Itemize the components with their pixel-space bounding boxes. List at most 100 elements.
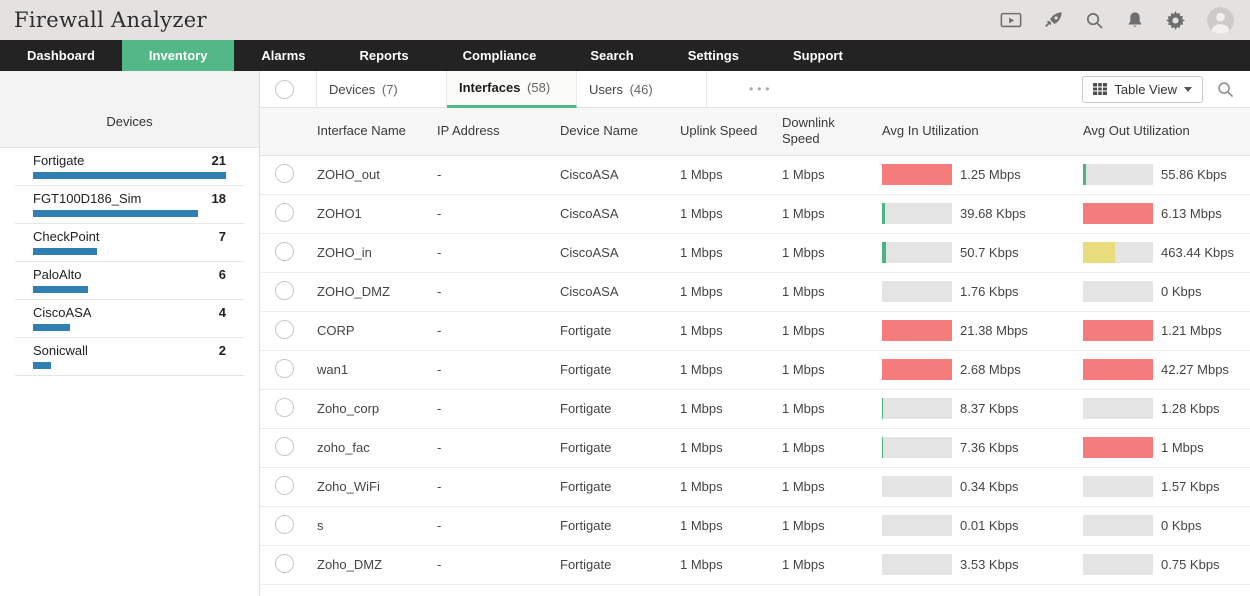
- avg-out-value: 463.44 Kbps: [1161, 245, 1234, 260]
- device-name-label: FGT100D186_Sim: [33, 191, 141, 207]
- device-line: PaloAlto 6: [33, 267, 226, 283]
- device-list-item[interactable]: PaloAlto 6: [15, 262, 244, 300]
- user-avatar[interactable]: [1207, 7, 1234, 34]
- interface-name-cell: wan1: [317, 350, 437, 389]
- row-select-radio[interactable]: [275, 515, 294, 534]
- ip-address-cell: -: [437, 467, 560, 506]
- main-panel: Devices (7) Interfaces (58) Users (46) •…: [260, 71, 1250, 596]
- avg-out-utilization-cell: 55.86 Kbps: [1083, 155, 1250, 194]
- row-radio-cell: [260, 389, 317, 428]
- table-row[interactable]: ZOHO_out - CiscoASA 1 Mbps 1 Mbps 1.25 M…: [260, 155, 1250, 194]
- row-select-radio[interactable]: [275, 437, 294, 456]
- col-avg-in-utilization[interactable]: Avg In Utilization: [882, 108, 1083, 155]
- table-row[interactable]: wan1 - Fortigate 1 Mbps 1 Mbps 2.68 Mbps…: [260, 350, 1250, 389]
- table-row[interactable]: Zoho_WiFi - Fortigate 1 Mbps 1 Mbps 0.34…: [260, 467, 1250, 506]
- row-select-radio[interactable]: [275, 320, 294, 339]
- interface-name-cell: ZOHO_DMZ: [317, 272, 437, 311]
- uplink-speed-cell: 1 Mbps: [680, 506, 782, 545]
- row-select-radio[interactable]: [275, 398, 294, 417]
- device-count: 4: [219, 305, 226, 321]
- table-search-icon[interactable]: [1217, 81, 1234, 98]
- tab-count: (46): [630, 82, 653, 97]
- inventory-tab[interactable]: Devices (7): [317, 71, 447, 108]
- avg-out-bar-track: [1083, 398, 1153, 419]
- interfaces-table: Interface Name IP Address Device Name Up…: [260, 108, 1250, 585]
- table-row[interactable]: Zoho_corp - Fortigate 1 Mbps 1 Mbps 8.37…: [260, 389, 1250, 428]
- row-select-radio[interactable]: [275, 164, 294, 183]
- main-nav: DashboardInventoryAlarmsReportsComplianc…: [0, 40, 1250, 71]
- select-all-radio[interactable]: [275, 80, 294, 99]
- demo-screen-play-icon[interactable]: [1000, 11, 1022, 30]
- col-uplink-speed[interactable]: Uplink Speed: [680, 108, 782, 155]
- device-list-item[interactable]: Fortigate 21: [15, 148, 244, 186]
- avg-out-bar-track: [1083, 437, 1153, 458]
- row-radio-cell: [260, 233, 317, 272]
- avg-in-bar-fill: [882, 164, 952, 185]
- downlink-speed-cell: 1 Mbps: [782, 428, 882, 467]
- avg-in-value: 0.34 Kbps: [960, 479, 1019, 494]
- row-radio-cell: [260, 467, 317, 506]
- col-avg-out-utilization[interactable]: Avg Out Utilization: [1083, 108, 1250, 155]
- sidebar-header: Devices: [0, 71, 259, 148]
- table-row[interactable]: CORP - Fortigate 1 Mbps 1 Mbps 21.38 Mbp…: [260, 311, 1250, 350]
- avg-in-bar-track: [882, 242, 952, 263]
- row-select-radio[interactable]: [275, 281, 294, 300]
- settings-gear-icon[interactable]: [1166, 11, 1185, 30]
- interface-name-cell: CORP: [317, 311, 437, 350]
- col-ip-address[interactable]: IP Address: [437, 108, 560, 155]
- device-list-item[interactable]: CiscoASA 4: [15, 300, 244, 338]
- table-row[interactable]: Zoho_DMZ - Fortigate 1 Mbps 1 Mbps 3.53 …: [260, 545, 1250, 584]
- table-row[interactable]: ZOHO_DMZ - CiscoASA 1 Mbps 1 Mbps 1.76 K…: [260, 272, 1250, 311]
- nav-item[interactable]: Settings: [661, 40, 766, 71]
- col-downlink-speed[interactable]: Downlink Speed: [782, 108, 882, 155]
- inventory-tab[interactable]: Interfaces (58): [447, 71, 577, 108]
- ip-address-cell: -: [437, 155, 560, 194]
- device-list-item[interactable]: FGT100D186_Sim 18: [15, 186, 244, 224]
- row-select-radio[interactable]: [275, 554, 294, 573]
- row-select-radio[interactable]: [275, 203, 294, 222]
- row-select-radio[interactable]: [275, 476, 294, 495]
- row-radio-cell: [260, 272, 317, 311]
- getting-started-rocket-icon[interactable]: [1044, 11, 1063, 30]
- nav-item[interactable]: Search: [563, 40, 660, 71]
- avg-out-utilization-cell: 1 Mbps: [1083, 428, 1250, 467]
- device-count-bar: [33, 362, 51, 369]
- nav-item[interactable]: Inventory: [122, 40, 235, 71]
- table-row[interactable]: s - Fortigate 1 Mbps 1 Mbps 0.01 Kbps 0 …: [260, 506, 1250, 545]
- avg-in-bar-track: [882, 164, 952, 185]
- col-device-name[interactable]: Device Name: [560, 108, 680, 155]
- global-search-icon[interactable]: [1085, 11, 1104, 30]
- table-row[interactable]: ZOHO1 - CiscoASA 1 Mbps 1 Mbps 39.68 Kbp…: [260, 194, 1250, 233]
- nav-item[interactable]: Dashboard: [0, 40, 122, 71]
- device-list-item[interactable]: Sonicwall 2: [15, 338, 244, 375]
- ip-address-cell: -: [437, 389, 560, 428]
- device-count: 2: [219, 343, 226, 359]
- table-view-dropdown[interactable]: Table View: [1082, 76, 1203, 103]
- device-line: CiscoASA 4: [33, 305, 226, 321]
- nav-item[interactable]: Alarms: [234, 40, 332, 71]
- notifications-bell-icon[interactable]: [1126, 11, 1144, 29]
- more-tabs-button[interactable]: •••: [749, 82, 774, 96]
- inventory-tab[interactable]: Users (46): [577, 71, 707, 108]
- row-select-radio[interactable]: [275, 359, 294, 378]
- interface-name-cell: Zoho_WiFi: [317, 467, 437, 506]
- interface-name-cell: Zoho_corp: [317, 389, 437, 428]
- avg-out-utilization-cell: 42.27 Mbps: [1083, 350, 1250, 389]
- uplink-speed-cell: 1 Mbps: [680, 233, 782, 272]
- nav-item[interactable]: Support: [766, 40, 870, 71]
- avg-in-value: 50.7 Kbps: [960, 245, 1019, 260]
- downlink-speed-cell: 1 Mbps: [782, 350, 882, 389]
- device-count-bar: [33, 210, 198, 217]
- device-list-item[interactable]: CheckPoint 7: [15, 224, 244, 262]
- row-select-radio[interactable]: [275, 242, 294, 261]
- col-interface-name[interactable]: Interface Name: [317, 108, 437, 155]
- avg-out-bar-fill: [1083, 203, 1153, 224]
- avg-out-utilization-cell: 1.21 Mbps: [1083, 311, 1250, 350]
- nav-item[interactable]: Compliance: [436, 40, 564, 71]
- table-row[interactable]: ZOHO_in - CiscoASA 1 Mbps 1 Mbps 50.7 Kb…: [260, 233, 1250, 272]
- avg-out-utilization-cell: 463.44 Kbps: [1083, 233, 1250, 272]
- device-name-cell: Fortigate: [560, 311, 680, 350]
- device-name-cell: Fortigate: [560, 428, 680, 467]
- table-row[interactable]: zoho_fac - Fortigate 1 Mbps 1 Mbps 7.36 …: [260, 428, 1250, 467]
- nav-item[interactable]: Reports: [333, 40, 436, 71]
